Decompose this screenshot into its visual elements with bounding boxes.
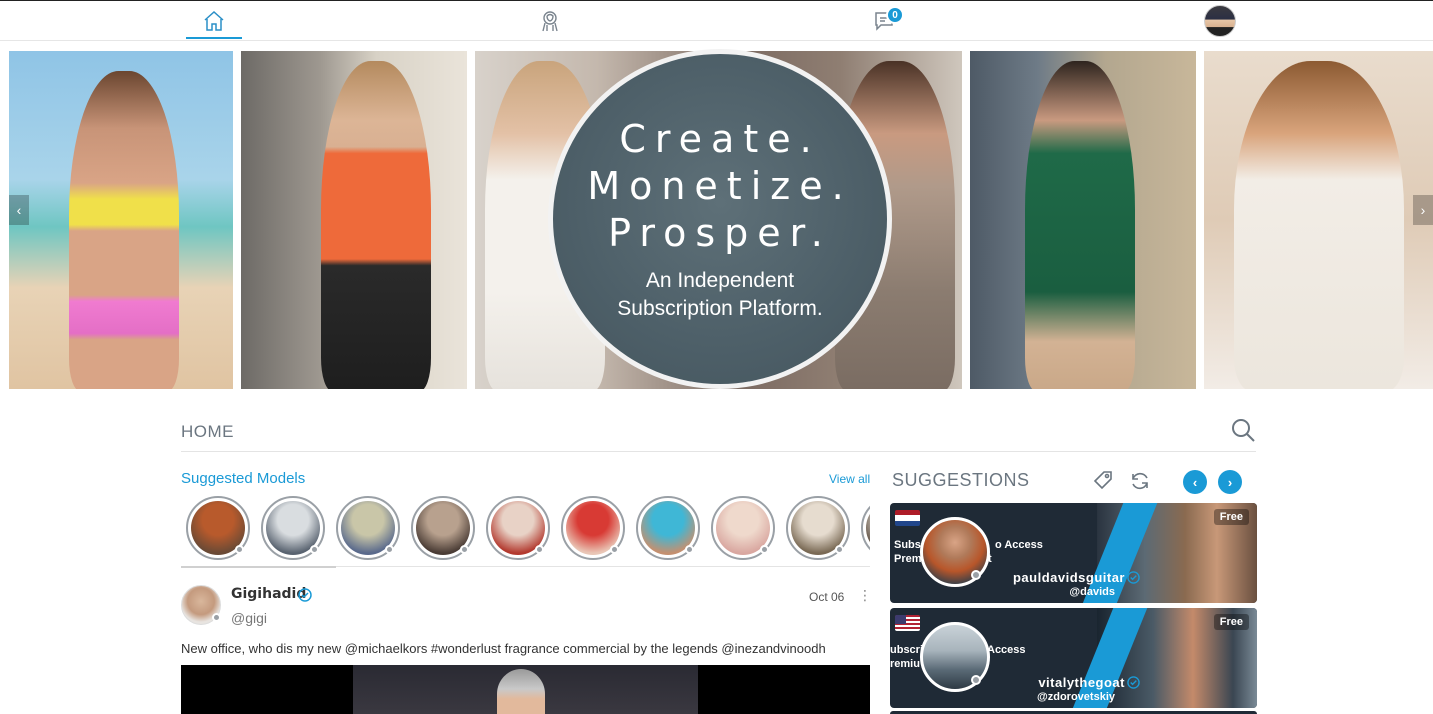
post-media-subject <box>497 669 545 714</box>
card-promo-top: ubscri <box>890 644 924 656</box>
card-promo-mid: o Access <box>995 539 1043 551</box>
nav-messages-button[interactable]: 0 <box>856 5 912 37</box>
netherlands-flag-icon <box>895 510 920 526</box>
card-avatar <box>920 517 990 587</box>
post-author-avatar[interactable] <box>181 585 221 625</box>
status-dot <box>610 545 619 554</box>
nav-models-button[interactable] <box>522 5 578 37</box>
suggested-models-row <box>181 495 870 567</box>
card-handle: @zdorovetskiy <box>1037 691 1115 703</box>
status-dot <box>310 545 319 554</box>
post-caption: New office, who dis my new @michaelkors … <box>181 641 826 656</box>
verified-icon <box>1127 676 1140 689</box>
status-dot <box>385 545 394 554</box>
promo-line-prosper: Prosper. <box>608 210 832 255</box>
banner-image-1[interactable] <box>9 51 233 389</box>
user-avatar[interactable] <box>1204 5 1236 37</box>
post-media[interactable] <box>181 665 870 714</box>
suggestions-title: SUGGESTIONS <box>892 470 1030 490</box>
suggestion-card[interactable]: Free ubscri remiu Access vitalythegoat @… <box>890 608 1257 708</box>
post-date: Oct 06 <box>809 590 845 604</box>
card-promo-bottom: Prem <box>894 553 922 565</box>
promo-line-monetize: Monetize. <box>587 163 853 208</box>
model-avatar[interactable] <box>411 496 475 560</box>
page-title: HOME <box>181 422 234 441</box>
card-promo-top: Subs <box>894 539 921 551</box>
status-dot <box>535 545 544 554</box>
status-dot <box>971 675 981 685</box>
nav-home-button[interactable] <box>186 5 242 39</box>
search-icon[interactable] <box>1230 417 1256 443</box>
card-promo-bottom: remiu <box>890 658 920 670</box>
model-avatar[interactable] <box>561 496 625 560</box>
top-nav: 0 <box>0 0 1433 41</box>
model-avatar[interactable] <box>786 496 850 560</box>
model-avatar[interactable] <box>861 496 870 560</box>
free-badge: Free <box>1213 509 1249 525</box>
status-dot <box>460 545 469 554</box>
more-options-icon[interactable]: ⋮ <box>858 587 872 603</box>
usa-flag-icon <box>895 615 920 631</box>
status-dot <box>685 545 694 554</box>
card-avatar <box>920 622 990 692</box>
banner-next-button[interactable]: › <box>1413 195 1433 225</box>
post-author-handle[interactable]: @gigi <box>231 610 267 626</box>
verified-icon <box>1127 571 1140 584</box>
suggestions-next-button[interactable]: › <box>1218 470 1242 494</box>
status-dot <box>212 613 221 622</box>
model-avatar[interactable] <box>186 496 250 560</box>
promo-circle: Create. Monetize. Prosper. An Independen… <box>548 49 892 389</box>
banner-image-2[interactable] <box>241 51 467 389</box>
card-username: pauldavidsguitar <box>1012 570 1125 585</box>
status-dot <box>971 570 981 580</box>
tag-icon[interactable] <box>1092 469 1114 491</box>
suggestions-prev-button[interactable]: ‹ <box>1183 470 1207 494</box>
home-header: HOME <box>181 412 1256 452</box>
banner-image-5[interactable] <box>1204 51 1433 389</box>
status-dot <box>760 545 769 554</box>
banner-image-4[interactable] <box>970 51 1196 389</box>
model-avatar[interactable] <box>261 496 325 560</box>
home-icon <box>204 10 224 31</box>
models-scroll-indicator <box>181 566 336 568</box>
promo-line-create: Create. <box>619 116 821 161</box>
model-avatar[interactable] <box>636 496 700 560</box>
post-author-name[interactable]: Gigihadid <box>231 586 306 602</box>
status-dot <box>835 545 844 554</box>
suggestion-card[interactable]: Free Subs Prem o Access it pauldavidsgui… <box>890 503 1257 603</box>
card-username: vitalythegoat <box>1038 675 1125 690</box>
view-all-link[interactable]: View all <box>829 472 870 486</box>
suggested-models-title: Suggested Models <box>181 470 306 487</box>
verified-icon <box>298 588 312 602</box>
messages-badge: 0 <box>886 6 904 24</box>
refresh-icon[interactable] <box>1129 470 1151 492</box>
status-dot <box>235 545 244 554</box>
promo-subtitle-2: Subscription Platform. <box>617 296 823 320</box>
model-avatar-image <box>866 501 870 555</box>
hero-banner: Create. Monetize. Prosper. An Independen… <box>0 49 1433 391</box>
model-avatar[interactable] <box>336 496 400 560</box>
card-handle: @davids <box>1069 586 1115 598</box>
model-icon <box>542 11 558 32</box>
model-avatar[interactable] <box>486 496 550 560</box>
free-badge: Free <box>1213 614 1249 630</box>
post-media-frame <box>353 665 698 714</box>
promo-subtitle-1: An Independent <box>645 268 795 292</box>
card-promo-mid: Access <box>987 644 1026 656</box>
banner-prev-button[interactable]: ‹ <box>9 195 29 225</box>
model-avatar[interactable] <box>711 496 775 560</box>
